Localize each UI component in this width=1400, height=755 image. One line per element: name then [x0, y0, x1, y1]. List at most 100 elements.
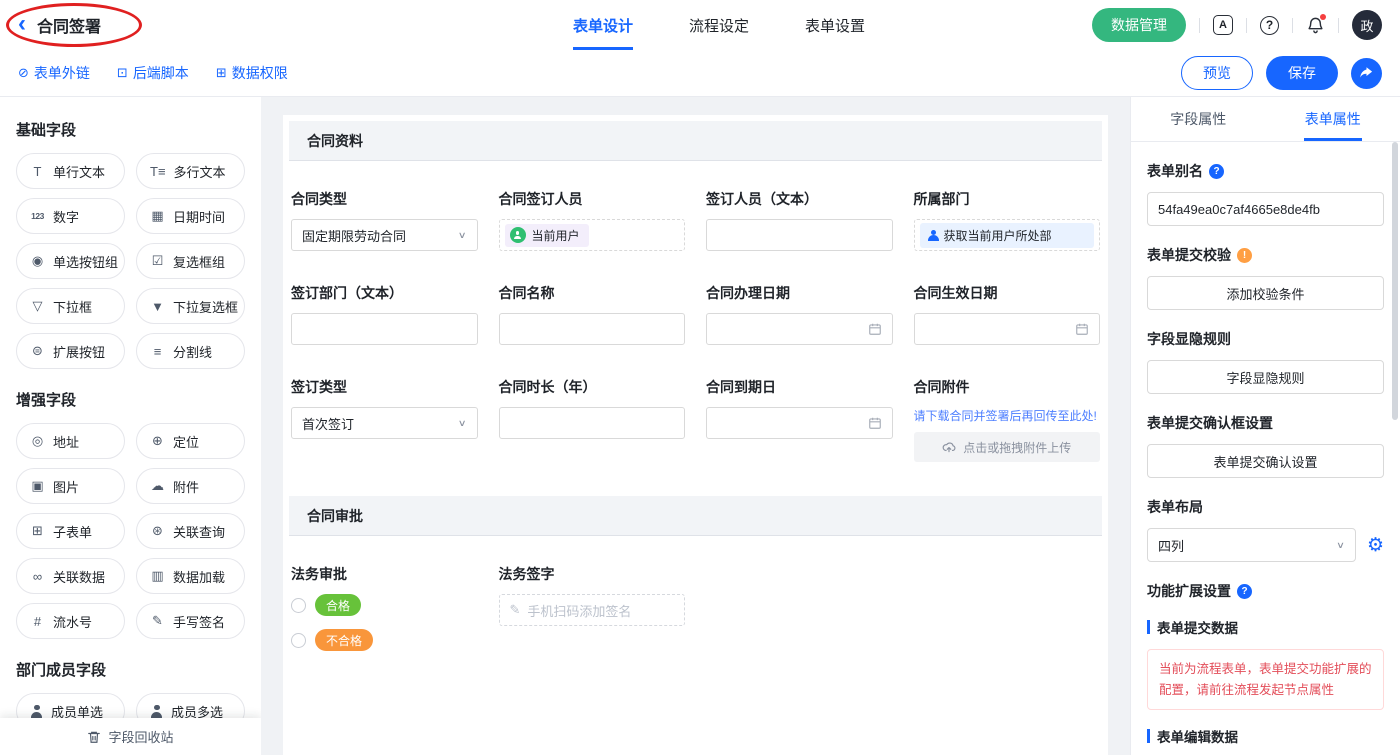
help-icon[interactable]: ?: [1260, 16, 1279, 35]
contract-type-select[interactable]: 固定期限劳动合同 ∨: [291, 219, 478, 251]
sidebar-item-multi-select[interactable]: ▼下拉复选框: [136, 288, 245, 324]
tab-label: 表单设计: [573, 15, 633, 36]
sidebar-item-checkbox-group[interactable]: ☑复选框组: [136, 243, 245, 279]
radio-icon: ◉: [30, 253, 45, 269]
layout-select[interactable]: 四列 ∨: [1147, 528, 1356, 562]
gear-icon[interactable]: ⚙: [1367, 536, 1384, 555]
field-legal-signature[interactable]: 法务签字 ✎ 手机扫码添加签名: [499, 564, 686, 651]
tab-form-setting[interactable]: 表单设置: [805, 0, 865, 50]
submit-data-subhead: 表单提交数据: [1147, 617, 1384, 637]
field-sign-dept-text[interactable]: 签订部门（文本）: [291, 283, 478, 345]
field-sign-type[interactable]: 签订类型 首次签订 ∨: [291, 377, 478, 462]
sidebar-item-subform[interactable]: ⊞子表单: [16, 513, 125, 549]
signer-member-control[interactable]: 当前用户: [499, 219, 686, 251]
field-contract-name[interactable]: 合同名称: [499, 283, 686, 345]
form-layout-row: 表单布局 四列 ∨ ⚙: [1147, 497, 1384, 562]
sidebar-item-number[interactable]: 123数字: [16, 198, 125, 234]
sidebar-item-label: 数据加载: [173, 567, 225, 586]
field-duration[interactable]: 合同时长（年）: [499, 377, 686, 462]
share-button[interactable]: [1351, 58, 1382, 89]
avatar[interactable]: 政: [1352, 10, 1382, 40]
contract-name-input[interactable]: [499, 313, 686, 345]
department-control[interactable]: 获取当前用户所处部: [914, 219, 1101, 251]
help-circle-icon[interactable]: ?: [1237, 584, 1252, 599]
attachment-upload-button[interactable]: 点击或拖拽附件上传: [914, 432, 1101, 462]
save-button[interactable]: 保存: [1266, 56, 1338, 90]
field-signer-member[interactable]: 合同签订人员 当前用户: [499, 189, 686, 251]
submit-validation-label: 表单提交校验 !: [1147, 245, 1384, 265]
sidebar-item-attachment[interactable]: ☁附件: [136, 468, 245, 504]
sidebar-item-image[interactable]: ▣图片: [16, 468, 125, 504]
add-validation-button[interactable]: 添加校验条件: [1147, 276, 1384, 310]
preview-button[interactable]: 预览: [1181, 56, 1253, 90]
field-department[interactable]: 所属部门 获取当前用户所处部: [914, 189, 1101, 251]
field-recycle-bin[interactable]: 字段回收站: [0, 718, 261, 755]
department-chip[interactable]: 获取当前用户所处部: [920, 223, 1095, 248]
tab-flow-setting[interactable]: 流程设定: [689, 0, 749, 50]
signer-text-input[interactable]: [706, 219, 893, 251]
flow-form-warning: 当前为流程表单，表单提交功能扩展的配置，请前往流程发起节点属性: [1147, 649, 1384, 710]
sidebar-item-lookup[interactable]: ⊛关联查询: [136, 513, 245, 549]
field-effective-date[interactable]: 合同生效日期: [914, 283, 1101, 345]
calendar-icon: [868, 416, 882, 430]
backend-script-link[interactable]: ⊡ 后端脚本: [117, 63, 189, 83]
sidebar-item-multi-line-text[interactable]: T≡多行文本: [136, 153, 245, 189]
radio-option-qualified[interactable]: 合格: [291, 594, 478, 616]
submit-confirm-button[interactable]: 表单提交确认设置: [1147, 444, 1384, 478]
sidebar-item-data-load[interactable]: ▥ 数据加载: [136, 558, 245, 594]
sidebar-item-handwritten-signature[interactable]: ✎手写签名: [136, 603, 245, 639]
sidebar-item-address[interactable]: ◎地址: [16, 423, 125, 459]
help-circle-icon[interactable]: ?: [1209, 164, 1224, 179]
field-visibility-button[interactable]: 字段显隐规则: [1147, 360, 1384, 394]
sign-type-select[interactable]: 首次签订 ∨: [291, 407, 478, 439]
field-visibility-row: 字段显隐规则 字段显隐规则: [1147, 329, 1384, 394]
field-legal-review[interactable]: 法务审批 合格 不合格: [291, 564, 478, 651]
language-icon[interactable]: A: [1213, 15, 1233, 35]
effective-date-picker[interactable]: [914, 313, 1101, 345]
handle-date-picker[interactable]: [706, 313, 893, 345]
expire-date-picker[interactable]: [706, 407, 893, 439]
data-load-icon: ▥: [150, 568, 165, 584]
field-expire-date[interactable]: 合同到期日: [706, 377, 893, 462]
back-icon[interactable]: ‹: [18, 12, 26, 36]
field-handle-date[interactable]: 合同办理日期: [706, 283, 893, 345]
sidebar-item-select[interactable]: ▽下拉框: [16, 288, 125, 324]
warning-circle-icon[interactable]: !: [1237, 248, 1252, 263]
data-permission-link[interactable]: ⊞ 数据权限: [216, 63, 288, 83]
sidebar-item-linked-data[interactable]: ∞关联数据: [16, 558, 125, 594]
tab-field-properties[interactable]: 字段属性: [1131, 97, 1266, 141]
upload-cloud-icon: [942, 440, 956, 454]
notification-bell-icon[interactable]: [1306, 16, 1325, 35]
scrollbar[interactable]: [1392, 142, 1398, 420]
sidebar-item-extend-button[interactable]: ⊜扩展按钮: [16, 333, 125, 369]
signature-pad[interactable]: ✎ 手机扫码添加签名: [499, 594, 686, 626]
duration-input[interactable]: [499, 407, 686, 439]
sign-dept-input[interactable]: [291, 313, 478, 345]
sidebar-item-location[interactable]: ⊕定位: [136, 423, 245, 459]
sidebar-item-single-line-text[interactable]: T单行文本: [16, 153, 125, 189]
label-text: 表单布局: [1147, 497, 1203, 517]
radio-option-unqualified[interactable]: 不合格: [291, 629, 478, 651]
current-user-tag[interactable]: 当前用户: [505, 224, 589, 247]
select-icon: ▽: [30, 298, 45, 314]
tab-form-properties[interactable]: 表单属性: [1266, 97, 1400, 141]
field-signer-text[interactable]: 签订人员（文本）: [706, 189, 893, 251]
sidebar-item-divider[interactable]: ≡分割线: [136, 333, 245, 369]
sidebar-item-radio-group[interactable]: ◉ 单选按钮组: [16, 243, 125, 279]
sidebar-item-label: 单选按钮组: [53, 252, 118, 271]
field-contract-attachment[interactable]: 合同附件 请下载合同并签署后再回传至此处! 点击或拖拽附件上传: [914, 377, 1101, 462]
tab-form-design[interactable]: 表单设计: [573, 0, 633, 50]
field-contract-type[interactable]: 合同类型 固定期限劳动合同 ∨: [291, 189, 478, 251]
radio-circle-icon[interactable]: [291, 598, 306, 613]
form-external-link[interactable]: ⊘ 表单外链: [18, 63, 90, 83]
image-icon: ▣: [30, 478, 45, 494]
sidebar-item-datetime[interactable]: ▦日期时间: [136, 198, 245, 234]
form-alias-input[interactable]: 54fa49ea0c7af4665e8de4fb: [1147, 192, 1384, 226]
data-manage-button[interactable]: 数据管理: [1092, 8, 1186, 42]
lookup-icon: ⊛: [150, 523, 165, 539]
sidebar-item-serial-number[interactable]: #流水号: [16, 603, 125, 639]
radio-circle-icon[interactable]: [291, 633, 306, 648]
person-cursor-icon: [927, 230, 938, 241]
attachment-note-link[interactable]: 请下载合同并签署后再回传至此处!: [914, 407, 1101, 425]
button-icon: ⊜: [30, 343, 45, 359]
